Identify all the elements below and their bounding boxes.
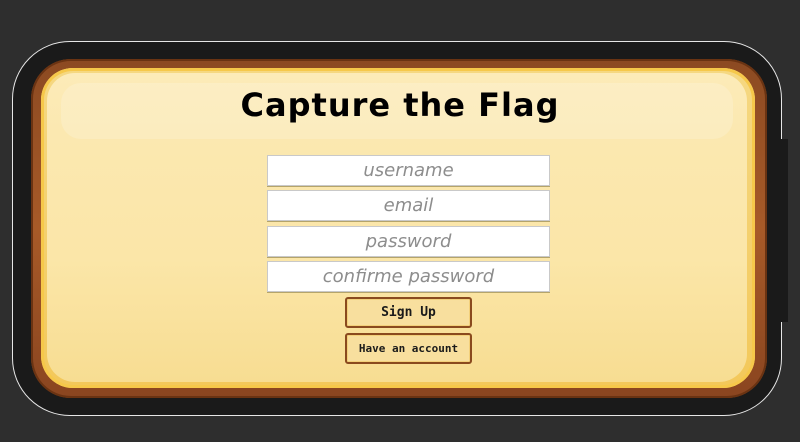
username-input[interactable] <box>267 155 550 186</box>
sign-up-button[interactable]: Sign Up <box>345 297 472 328</box>
email-input[interactable] <box>267 190 550 221</box>
have-account-button[interactable]: Have an account <box>345 333 472 364</box>
password-input[interactable] <box>267 226 550 257</box>
confirm-password-input[interactable] <box>267 261 550 292</box>
page-title: Capture the Flag <box>240 86 560 124</box>
